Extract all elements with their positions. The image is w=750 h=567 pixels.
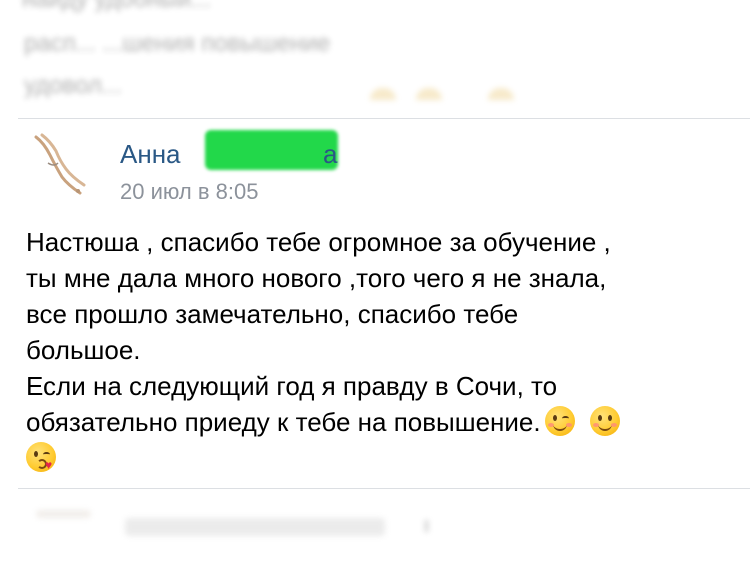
- divider: [18, 488, 750, 489]
- author-name-tail[interactable]: а: [323, 139, 337, 170]
- comment-text-line: Настюша , спасибо тебе огромное за обуче…: [26, 227, 611, 257]
- author-name-link[interactable]: Анна: [120, 139, 181, 170]
- emoji-icon: [416, 88, 442, 100]
- comment-text-line: обязательно приеду к тебе на повышение.: [26, 407, 541, 437]
- kissing-face-emoji-icon: ♥: [26, 442, 56, 472]
- comment-text: Настюша , спасибо тебе огромное за обуче…: [26, 224, 741, 476]
- smiling-face-emoji-icon: [589, 406, 620, 436]
- comment-text-line: все прошло замечательно, спасибо тебе: [26, 299, 519, 329]
- censor-mark: [205, 130, 338, 170]
- author-name-placeholder: [125, 518, 385, 536]
- previous-post-line: удовол...: [24, 72, 122, 99]
- legs-drawing-icon: [34, 133, 86, 195]
- next-post-blurred: [0, 500, 750, 567]
- comment-text-line: большое.: [26, 335, 141, 365]
- post-timestamp[interactable]: 20 июл в 8:05: [120, 179, 258, 205]
- comment-text-line-with-emoji: обязательно приеду к тебе на повышение.: [26, 404, 741, 440]
- previous-post-line: найду удобный...: [22, 0, 211, 14]
- comment-text-line: ты мне дала много нового ,того чего я не…: [26, 263, 607, 293]
- previous-post-blurred: найду удобный... расп... ...шения повыше…: [0, 0, 750, 118]
- winking-face-emoji-icon: [544, 406, 575, 436]
- text-fragment: [425, 520, 428, 532]
- comment-post: Анна а 20 июл в 8:05 Настюша , спасибо т…: [0, 119, 750, 487]
- comment-text-line-emoji: ♥: [26, 440, 741, 476]
- emoji-icon: [370, 88, 396, 100]
- previous-post-line: расп... ...шения повышение: [24, 30, 331, 57]
- comment-text-line: Если на следующий год я правду в Сочи, т…: [26, 371, 558, 401]
- avatar: [36, 510, 91, 518]
- author-avatar[interactable]: [28, 133, 92, 197]
- emoji-icon: [488, 88, 514, 100]
